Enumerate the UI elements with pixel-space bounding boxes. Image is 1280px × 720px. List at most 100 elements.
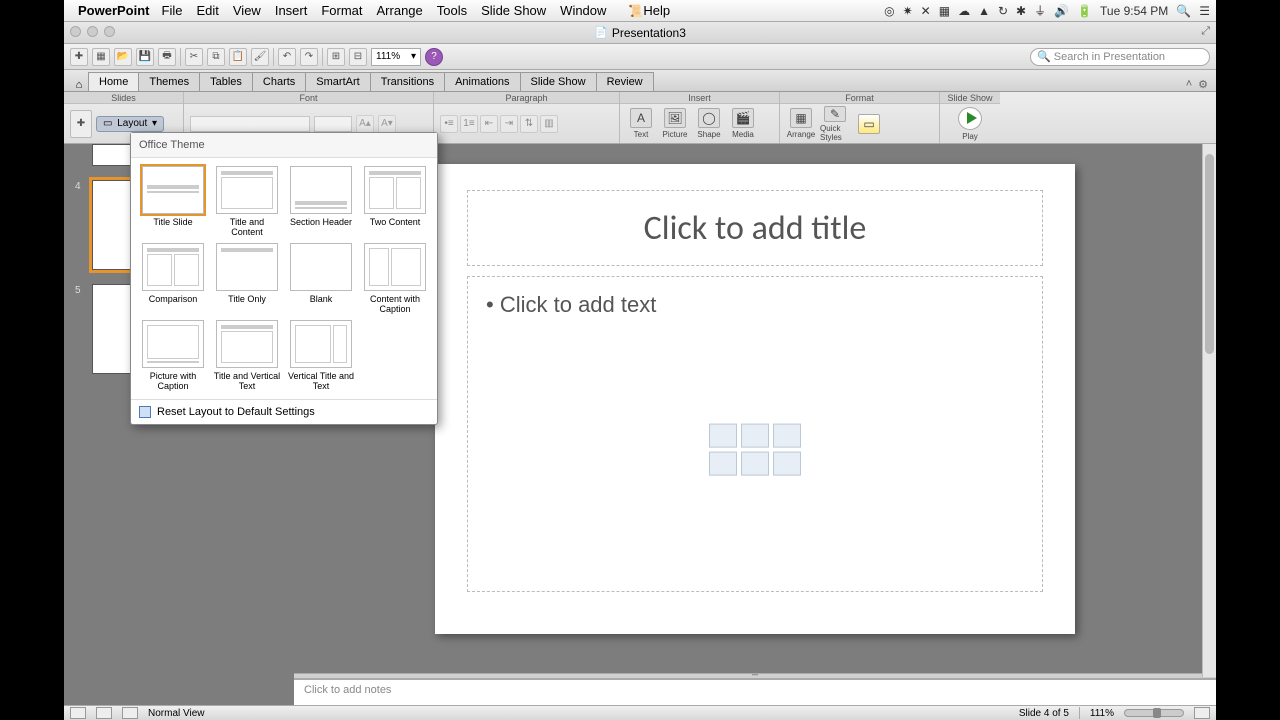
- indent-dec-icon[interactable]: ⇤: [480, 115, 498, 133]
- app-name[interactable]: PowerPoint: [78, 3, 150, 18]
- layout-comparison[interactable]: Comparison: [139, 243, 207, 314]
- shrink-font-icon[interactable]: A▾: [378, 115, 396, 133]
- menu-file[interactable]: File: [162, 3, 183, 18]
- print-icon[interactable]: 🖶: [158, 48, 176, 66]
- quick-styles-button[interactable]: ✎Quick Styles: [820, 107, 850, 141]
- content-icons[interactable]: [709, 424, 801, 476]
- cut-icon[interactable]: ✂: [185, 48, 203, 66]
- home-icon[interactable]: ⌂: [70, 79, 88, 91]
- fullscreen-icon[interactable]: ⤢: [1201, 25, 1210, 38]
- tab-transitions[interactable]: Transitions: [370, 72, 445, 91]
- reset-layout-button[interactable]: Reset Layout to Default Settings: [131, 399, 437, 424]
- script-menu-icon[interactable]: 📜: [628, 4, 643, 18]
- bluetooth-icon[interactable]: ✱: [1016, 4, 1026, 18]
- new-doc-icon[interactable]: ▦: [92, 48, 110, 66]
- open-icon[interactable]: 📂: [114, 48, 132, 66]
- insert-table-icon[interactable]: [709, 424, 737, 448]
- status-icon[interactable]: ▦: [939, 4, 950, 18]
- notes-pane[interactable]: Click to add notes: [294, 679, 1216, 705]
- menu-arrange[interactable]: Arrange: [377, 3, 423, 18]
- menu-insert[interactable]: Insert: [275, 3, 308, 18]
- insert-clipart-icon[interactable]: [741, 452, 769, 476]
- wifi-icon[interactable]: ⏚: [1034, 2, 1046, 19]
- tab-tables[interactable]: Tables: [199, 72, 253, 91]
- tab-charts[interactable]: Charts: [252, 72, 306, 91]
- status-icon[interactable]: ▲: [978, 4, 990, 18]
- undo-icon[interactable]: ↶: [278, 48, 296, 66]
- tool-icon[interactable]: ⊟: [349, 48, 367, 66]
- search-input[interactable]: 🔍 Search in Presentation: [1030, 48, 1210, 66]
- menu-tools[interactable]: Tools: [437, 3, 467, 18]
- normal-view-button[interactable]: [70, 707, 86, 719]
- layout-two-content[interactable]: Two Content: [361, 166, 429, 237]
- slideshow-view-button[interactable]: [122, 707, 138, 719]
- tab-smartart[interactable]: SmartArt: [305, 72, 370, 91]
- help-icon[interactable]: ?: [425, 48, 443, 66]
- grow-font-icon[interactable]: A▴: [356, 115, 374, 133]
- insert-media-button[interactable]: 🎬Media: [728, 107, 758, 141]
- new-slide-button[interactable]: ✚: [70, 110, 92, 138]
- spotlight-icon[interactable]: 🔍: [1176, 4, 1191, 18]
- insert-shape-button[interactable]: ◯Shape: [694, 107, 724, 141]
- collapse-ribbon-icon[interactable]: ˄: [1186, 78, 1192, 91]
- layout-content-caption[interactable]: Content with Caption: [361, 243, 429, 314]
- zoom-level[interactable]: 111%: [1090, 708, 1114, 719]
- battery-icon[interactable]: 🔋: [1077, 4, 1092, 18]
- sorter-view-button[interactable]: [96, 707, 112, 719]
- layout-title-vertical-text[interactable]: Title and Vertical Text: [213, 320, 281, 391]
- zoom-slider[interactable]: [1124, 709, 1184, 717]
- layout-vertical-title-text[interactable]: Vertical Title and Text: [287, 320, 355, 391]
- insert-media-icon[interactable]: [773, 452, 801, 476]
- layout-title-content[interactable]: Title and Content: [213, 166, 281, 237]
- status-icon[interactable]: ☁: [958, 4, 970, 18]
- bullets-icon[interactable]: •≡: [440, 115, 458, 133]
- layout-section-header[interactable]: Section Header: [287, 166, 355, 237]
- tab-review[interactable]: Review: [596, 72, 654, 91]
- zoom-selector[interactable]: 111%▾: [371, 48, 421, 66]
- status-icon[interactable]: ✷: [903, 4, 913, 18]
- gear-icon[interactable]: ⚙: [1198, 78, 1208, 91]
- indent-inc-icon[interactable]: ⇥: [500, 115, 518, 133]
- sync-icon[interactable]: ↻: [998, 4, 1008, 18]
- title-placeholder[interactable]: Click to add title: [467, 190, 1043, 266]
- menu-edit[interactable]: Edit: [196, 3, 218, 18]
- layout-picture-caption[interactable]: Picture with Caption: [139, 320, 207, 391]
- status-icon[interactable]: ✕: [921, 4, 931, 18]
- redo-icon[interactable]: ↷: [300, 48, 318, 66]
- insert-smartart-icon[interactable]: [773, 424, 801, 448]
- layout-blank[interactable]: Blank: [287, 243, 355, 314]
- window-controls[interactable]: [70, 26, 115, 37]
- clock[interactable]: Tue 9:54 PM: [1100, 4, 1168, 18]
- insert-text-button[interactable]: AText: [626, 107, 656, 141]
- tab-themes[interactable]: Themes: [138, 72, 200, 91]
- layout-title-only[interactable]: Title Only: [213, 243, 281, 314]
- menu-view[interactable]: View: [233, 3, 261, 18]
- insert-chart-icon[interactable]: [741, 424, 769, 448]
- columns-icon[interactable]: ▥: [540, 115, 558, 133]
- copy-icon[interactable]: ⧉: [207, 48, 225, 66]
- insert-picture-icon[interactable]: [709, 452, 737, 476]
- arrange-button[interactable]: ▦Arrange: [786, 107, 816, 141]
- tab-animations[interactable]: Animations: [444, 72, 520, 91]
- save-icon[interactable]: 💾: [136, 48, 154, 66]
- menu-help[interactable]: Help: [643, 3, 670, 18]
- tool-icon[interactable]: ⊞: [327, 48, 345, 66]
- font-selector[interactable]: [190, 116, 310, 132]
- menu-slideshow[interactable]: Slide Show: [481, 3, 546, 18]
- numbering-icon[interactable]: 1≡: [460, 115, 478, 133]
- insert-picture-button[interactable]: 🖼Picture: [660, 107, 690, 141]
- list-icon[interactable]: ☰: [1199, 4, 1210, 18]
- layout-title-slide[interactable]: Title Slide: [139, 166, 207, 237]
- status-icon[interactable]: ◎: [884, 4, 894, 18]
- layout-button[interactable]: ▭ Layout ▾: [96, 116, 164, 132]
- vertical-scrollbar[interactable]: [1202, 144, 1216, 677]
- font-size-selector[interactable]: [314, 116, 352, 132]
- fit-button[interactable]: [1194, 707, 1210, 719]
- line-spacing-icon[interactable]: ⇅: [520, 115, 538, 133]
- volume-icon[interactable]: 🔊: [1054, 4, 1069, 18]
- tab-home[interactable]: Home: [88, 72, 139, 91]
- format-painter-icon[interactable]: 🖌: [251, 48, 269, 66]
- play-button[interactable]: Play: [955, 107, 985, 141]
- paste-icon[interactable]: 📋: [229, 48, 247, 66]
- menu-format[interactable]: Format: [321, 3, 362, 18]
